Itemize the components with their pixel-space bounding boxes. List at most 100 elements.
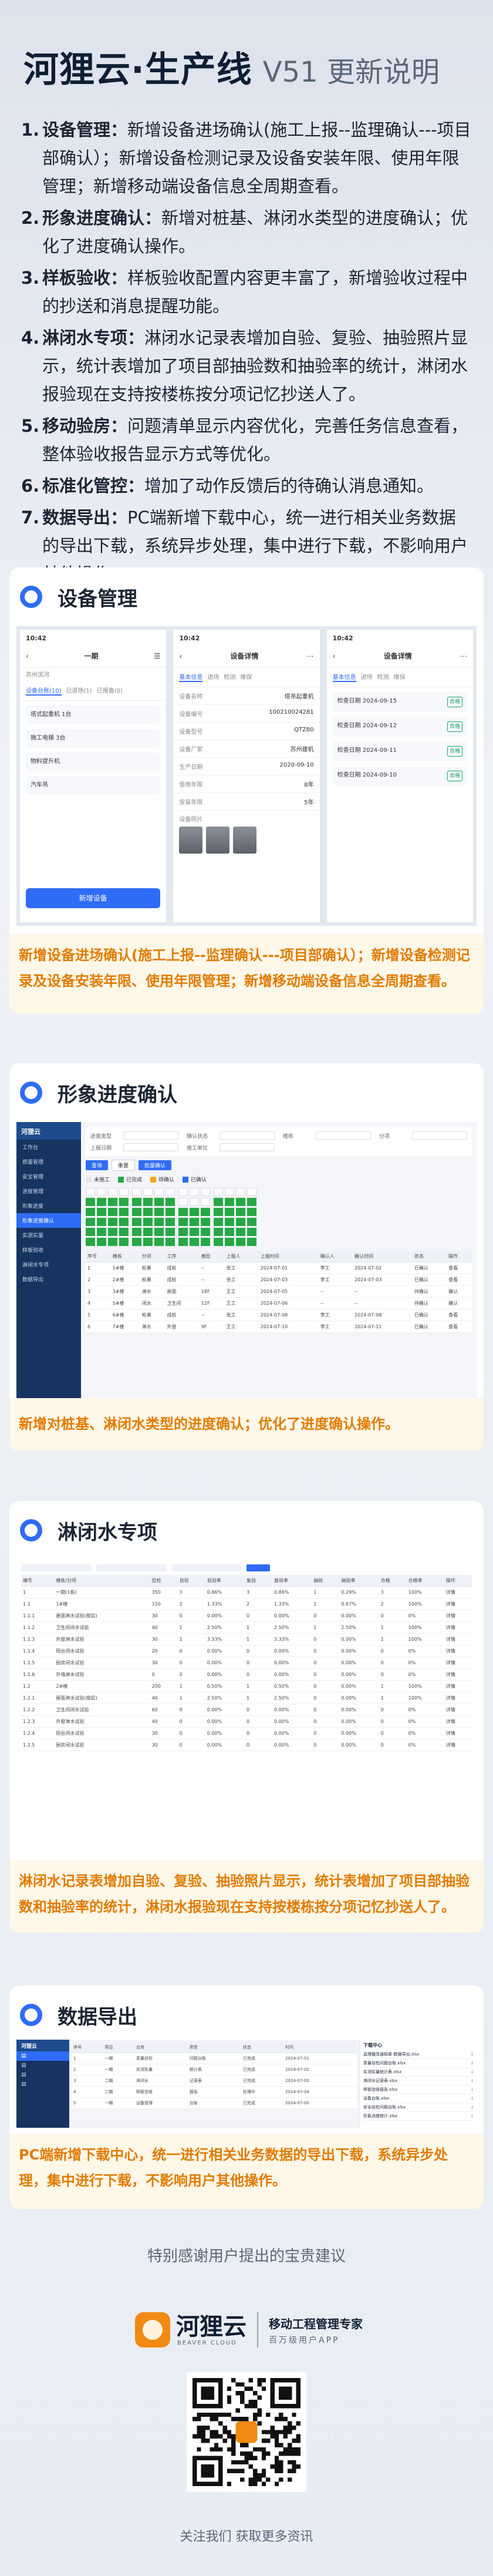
filter-input[interactable]: [123, 1131, 178, 1140]
download-icon[interactable]: ⤓: [471, 2113, 473, 2119]
sidebar-item[interactable]: 质量管理: [16, 1154, 81, 1169]
download-icon[interactable]: ⤓: [471, 2095, 473, 2101]
more-icon[interactable]: ⋯: [460, 652, 467, 660]
tab[interactable]: 设备台账(10): [26, 686, 62, 696]
row-action-link[interactable]: 详情: [444, 1657, 472, 1669]
floor-cell[interactable]: [86, 1228, 95, 1236]
qr-code-icon[interactable]: [187, 2372, 306, 2492]
floor-cell[interactable]: [201, 1208, 210, 1216]
record-card[interactable]: 检查日期 2024-09-11 合格: [332, 741, 467, 761]
floor-cell[interactable]: [247, 1188, 256, 1196]
floor-cell[interactable]: [166, 1208, 175, 1216]
floor-cell[interactable]: [214, 1228, 223, 1236]
filter-field[interactable]: 施工单位: [187, 1143, 275, 1151]
floor-cell[interactable]: [225, 1198, 234, 1206]
floor-cell[interactable]: [119, 1208, 129, 1216]
sidebar-item[interactable]: ▤: [16, 2070, 69, 2080]
download-item[interactable]: 设备台账.xlsx ⤓: [363, 2094, 473, 2103]
floor-cell[interactable]: [143, 1238, 153, 1246]
floor-cell[interactable]: [178, 1238, 188, 1246]
floor-cell[interactable]: [132, 1188, 141, 1196]
filter-input[interactable]: [412, 1131, 467, 1140]
floor-cell[interactable]: [214, 1238, 223, 1246]
floor-cell[interactable]: [166, 1218, 175, 1226]
floor-cell[interactable]: [154, 1228, 164, 1236]
row-action-link[interactable]: 查看: [447, 1309, 472, 1321]
tab[interactable]: 基本信息: [179, 672, 203, 682]
floor-cell[interactable]: [132, 1208, 141, 1216]
sidebar-item[interactable]: ▤: [16, 2051, 69, 2061]
filter-field[interactable]: 楼栋: [283, 1131, 371, 1140]
sidebar-item[interactable]: 数据导出: [16, 1272, 81, 1287]
floor-cell[interactable]: [236, 1188, 245, 1196]
device-card[interactable]: 施工电梯 3台: [26, 729, 161, 748]
row-action-link[interactable]: 详情: [444, 1610, 472, 1622]
back-icon[interactable]: ‹: [333, 652, 336, 660]
floor-cell[interactable]: [143, 1208, 153, 1216]
tab[interactable]: 已报备(0): [97, 686, 123, 696]
floor-cell[interactable]: [214, 1208, 223, 1216]
floor-cell[interactable]: [143, 1188, 153, 1196]
floor-cell[interactable]: [166, 1228, 175, 1236]
download-item[interactable]: 形象进度统计.xlsx ⤓: [363, 2112, 473, 2121]
row-action-link[interactable]: 详情: [444, 1668, 472, 1681]
floor-cell[interactable]: [86, 1218, 95, 1226]
floor-cell[interactable]: [236, 1198, 245, 1206]
download-icon[interactable]: ⤓: [471, 2060, 473, 2066]
sidebar-item[interactable]: 进度管理: [16, 1184, 81, 1198]
record-card[interactable]: 检查日期 2024-09-10 合格: [332, 766, 467, 786]
floor-cell[interactable]: [143, 1228, 153, 1236]
download-item[interactable]: 样板验收报告.xlsx ⤓: [363, 2085, 473, 2094]
floor-cell[interactable]: [97, 1188, 106, 1196]
sidebar-item[interactable]: 形象进度确认: [16, 1213, 81, 1228]
floor-cell[interactable]: [97, 1238, 106, 1246]
floor-cell[interactable]: [190, 1238, 199, 1246]
floor-cell[interactable]: [86, 1238, 95, 1246]
photo-thumb[interactable]: [179, 827, 203, 854]
floor-cell[interactable]: [143, 1198, 153, 1206]
floor-cell[interactable]: [214, 1218, 223, 1226]
floor-cell[interactable]: [201, 1238, 210, 1246]
floor-cell[interactable]: [236, 1208, 245, 1216]
filter-field[interactable]: [171, 1564, 242, 1571]
floor-cell[interactable]: [97, 1228, 106, 1236]
floor-cell[interactable]: [108, 1198, 117, 1206]
row-action-link[interactable]: 查看: [447, 1321, 472, 1333]
floor-cell[interactable]: [225, 1188, 234, 1196]
download-item[interactable]: 实测实量统计表.xlsx ⤓: [363, 2068, 473, 2077]
row-action-link[interactable]: 查看: [447, 1262, 472, 1274]
floor-cell[interactable]: [97, 1218, 106, 1226]
filter-input[interactable]: [123, 1143, 178, 1151]
row-action-link[interactable]: 详情: [444, 1645, 472, 1657]
download-item[interactable]: 监理整改通知单-数据导出.xlsx ⤓: [363, 2050, 473, 2059]
floor-cell[interactable]: [132, 1228, 141, 1236]
filter-field[interactable]: 分项: [379, 1131, 467, 1140]
filter-field[interactable]: 确认状态: [187, 1131, 275, 1140]
row-action-link[interactable]: 详情: [444, 1739, 472, 1751]
floor-cell[interactable]: [97, 1198, 106, 1206]
back-icon[interactable]: ‹: [179, 652, 182, 660]
floor-cell[interactable]: [108, 1208, 117, 1216]
floor-cell[interactable]: [86, 1198, 95, 1206]
tab[interactable]: 检测: [377, 672, 389, 682]
download-icon[interactable]: ⤓: [471, 2078, 473, 2084]
floor-cell[interactable]: [132, 1238, 141, 1246]
row-action-link[interactable]: 详情: [444, 1692, 472, 1704]
floor-cell[interactable]: [166, 1238, 175, 1246]
sidebar-item[interactable]: 淋闭水专项: [16, 1257, 81, 1272]
floor-cell[interactable]: [119, 1238, 129, 1246]
filter-button[interactable]: 查询: [86, 1160, 109, 1170]
tab[interactable]: 检测: [224, 672, 235, 682]
floor-cell[interactable]: [166, 1198, 175, 1206]
floor-cell[interactable]: [214, 1198, 223, 1206]
back-icon[interactable]: ‹: [26, 652, 29, 660]
floor-cell[interactable]: [108, 1218, 117, 1226]
floor-cell[interactable]: [225, 1228, 234, 1236]
floor-cell[interactable]: [108, 1188, 117, 1196]
floor-cell[interactable]: [190, 1188, 199, 1196]
device-card[interactable]: 塔式起重机 1台: [26, 706, 161, 724]
sidebar-item[interactable]: 安全管理: [16, 1169, 81, 1184]
floor-cell[interactable]: [201, 1198, 210, 1206]
row-action-link[interactable]: 详情: [444, 1704, 472, 1716]
filter-button[interactable]: 重置: [112, 1160, 136, 1171]
